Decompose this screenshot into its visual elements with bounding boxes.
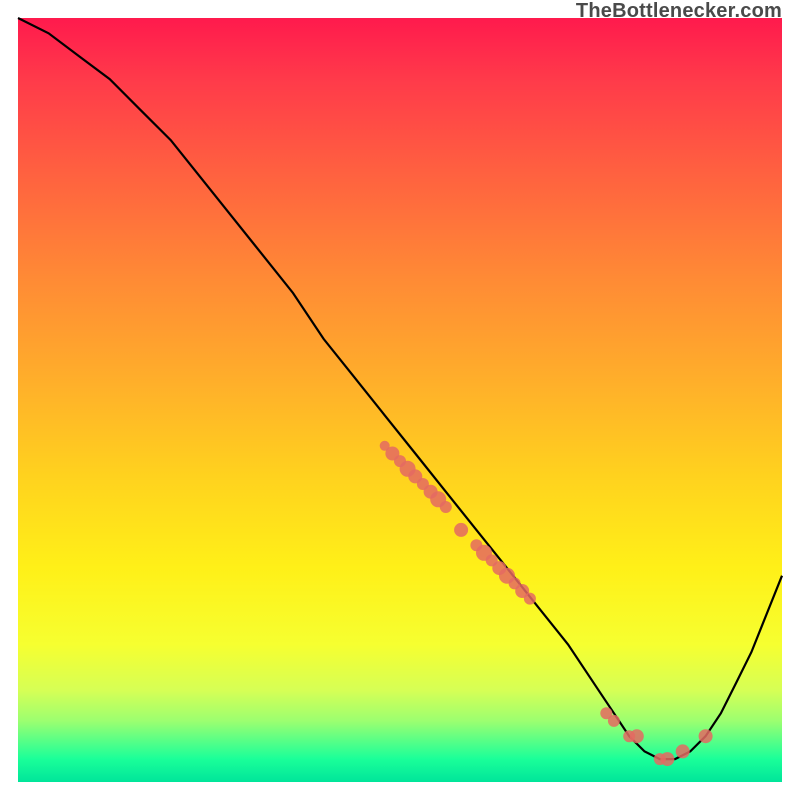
data-point (440, 501, 452, 513)
data-point (524, 593, 536, 605)
data-point (454, 523, 468, 537)
data-point (699, 729, 713, 743)
chart-container: TheBottlenecker.com (0, 0, 800, 800)
curve-layer (18, 18, 782, 782)
plot-area (18, 18, 782, 782)
data-point (676, 744, 690, 758)
data-points (380, 441, 713, 766)
data-point (660, 752, 674, 766)
data-point (608, 715, 620, 727)
bottleneck-curve (18, 18, 782, 759)
data-point (630, 729, 644, 743)
